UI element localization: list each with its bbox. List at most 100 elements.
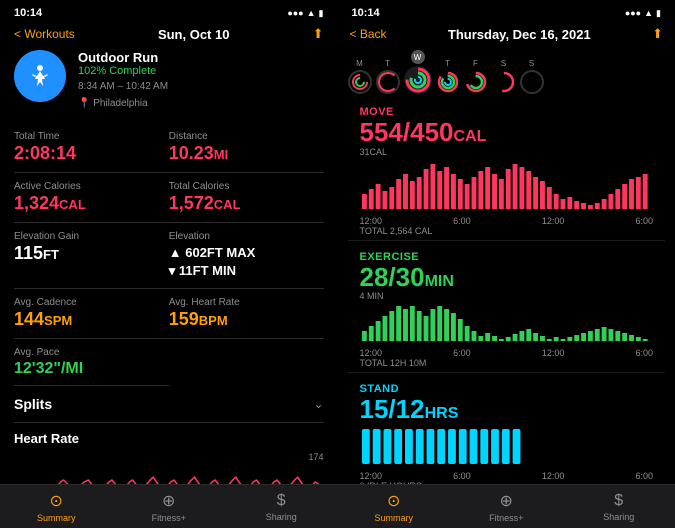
heart-rate-section: Heart Rate 174 126 8:34 AM 9:	[14, 423, 324, 484]
workout-location: 📍 Philadelphia	[78, 96, 324, 111]
share-button-left[interactable]: ⬆	[313, 26, 324, 42]
tab-fitness-label-right: Fitness+	[489, 513, 523, 523]
workout-details: Outdoor Run 102% Complete 8:34 AM – 10:4…	[78, 50, 324, 111]
nav-bar-left: < Workouts Sun, Oct 10 ⬆	[0, 22, 338, 46]
workout-time: 8:34 AM – 10:42 AM	[78, 79, 324, 94]
heart-rate-chart-container: 174 126	[14, 452, 324, 484]
fitness-icon-right: ⊕	[500, 491, 513, 511]
tab-sharing-right[interactable]: $ Sharing	[563, 485, 675, 528]
fitness-icon-left: ⊕	[162, 491, 175, 511]
summary-icon-left: ⊙	[50, 491, 63, 511]
wifi-icon: ▲	[307, 8, 316, 18]
tab-sharing-left[interactable]: $ Sharing	[225, 485, 338, 528]
left-phone: 10:14 ●●● ▲ ▮ < Workouts Sun, Oct 10 ⬆	[0, 0, 338, 528]
back-button-left[interactable]: < Workouts	[14, 27, 75, 41]
nav-date-right: Thursday, Dec 16, 2021	[448, 27, 591, 42]
stat-distance: Distance 10.23MI	[169, 123, 324, 173]
tab-summary-left[interactable]: ⊙ Summary	[0, 485, 113, 528]
stat-cadence: Avg. Cadence 144SPM	[14, 289, 169, 339]
stat-active-cal: Active Calories 1,324CAL	[14, 173, 169, 223]
stand-value: 15/12HRS	[360, 395, 654, 424]
exercise-section: EXERCISE 28/30MIN 4 MIN	[348, 245, 666, 374]
stat-total-time: Total Time 2:08:14	[14, 123, 169, 173]
splits-label: Splits	[14, 396, 52, 412]
signal-icon-right: ●●●	[625, 8, 641, 18]
status-bar-right: 10:14 ●●● ▲ ▮	[338, 0, 675, 22]
stats-grid: Total Time 2:08:14 Distance 10.23MI Acti…	[14, 123, 324, 386]
ring-T2	[436, 70, 460, 94]
workout-header: Outdoor Run 102% Complete 8:34 AM – 10:4…	[14, 50, 324, 111]
stat-elev-gain: Elevation Gain 115FT	[14, 223, 169, 289]
stat-total-cal: Total Calories 1,572CAL	[169, 173, 324, 223]
stat-pace: Avg. Pace 12'32"/MI	[14, 339, 169, 387]
exercise-chart-container: 4 MIN	[360, 291, 654, 346]
move-chart-svg	[360, 159, 654, 209]
right-content: MOVE 554/450CAL 31CAL	[338, 100, 675, 484]
ring-M	[348, 70, 372, 94]
exercise-label: EXERCISE	[360, 251, 654, 263]
stand-chart-svg	[360, 424, 654, 464]
ring-F	[464, 70, 488, 94]
day-S2: S	[520, 59, 544, 94]
ring-S2	[520, 70, 544, 94]
status-icons-left: ●●● ▲ ▮	[287, 8, 323, 19]
move-value: 554/450CAL	[360, 118, 654, 147]
ring-W	[404, 66, 432, 94]
day-T1: T	[376, 59, 400, 94]
tab-summary-label-left: Summary	[37, 513, 76, 523]
ring-T1	[376, 70, 400, 94]
ring-S1	[492, 70, 516, 94]
workout-icon	[14, 50, 66, 102]
tab-summary-right[interactable]: ⊙ Summary	[338, 485, 451, 528]
move-section: MOVE 554/450CAL 31CAL	[348, 100, 666, 241]
back-button-right[interactable]: < Back	[350, 27, 387, 41]
exercise-total: TOTAL 12H 10M	[360, 358, 654, 368]
battery-icon-right: ▮	[656, 8, 661, 19]
activity-rings-row: M T W	[338, 46, 675, 100]
status-time-left: 10:14	[14, 7, 42, 19]
left-content: Outdoor Run 102% Complete 8:34 AM – 10:4…	[0, 46, 338, 484]
day-F: F	[464, 59, 488, 94]
day-T2: T	[436, 59, 460, 94]
stand-footer: 12:00 6:00 12:00 6:00	[360, 471, 654, 481]
tab-fitness-left[interactable]: ⊕ Fitness+	[113, 485, 226, 528]
sharing-icon-right: $	[614, 492, 623, 510]
wifi-icon-right: ▲	[644, 8, 653, 18]
battery-icon: ▮	[319, 8, 324, 19]
tab-summary-label-right: Summary	[374, 513, 413, 523]
status-icons-right: ●●● ▲ ▮	[625, 8, 661, 19]
bottom-tabs-right: ⊙ Summary ⊕ Fitness+ $ Sharing	[338, 484, 675, 528]
days-rings: M T W	[348, 50, 544, 94]
tab-sharing-label-left: Sharing	[266, 512, 297, 522]
move-total: TOTAL 2,564 CAL	[360, 226, 654, 236]
tab-sharing-label-right: Sharing	[603, 512, 634, 522]
move-chart-container: 31CAL	[360, 147, 654, 214]
day-S1: S	[492, 59, 516, 94]
workout-type: Outdoor Run	[78, 50, 324, 65]
day-M: M	[348, 59, 372, 94]
signal-icon: ●●●	[287, 8, 303, 18]
right-phone: 10:14 ●●● ▲ ▮ < Back Thursday, Dec 16, 2…	[338, 0, 675, 528]
heart-rate-title: Heart Rate	[14, 431, 324, 446]
status-bar-left: 10:14 ●●● ▲ ▮	[0, 0, 338, 22]
exercise-chart-svg	[360, 301, 654, 341]
share-button-right[interactable]: ⬆	[652, 26, 663, 42]
splits-row[interactable]: Splits ⌄	[14, 386, 324, 423]
bottom-tabs-left: ⊙ Summary ⊕ Fitness+ $ Sharing	[0, 484, 338, 528]
status-time-right: 10:14	[352, 7, 380, 19]
stat-heart-rate: Avg. Heart Rate 159BPM	[169, 289, 324, 339]
workout-complete: 102% Complete	[78, 65, 324, 77]
exercise-value: 28/30MIN	[360, 263, 654, 292]
heart-rate-svg	[14, 452, 324, 484]
stand-chart-container	[360, 424, 654, 469]
day-W: W	[404, 50, 432, 94]
chevron-down-icon: ⌄	[313, 397, 323, 411]
tab-fitness-label-left: Fitness+	[152, 513, 186, 523]
sharing-icon-left: $	[277, 492, 286, 510]
stand-section: STAND 15/12HRS	[348, 377, 666, 484]
tab-fitness-right[interactable]: ⊕ Fitness+	[450, 485, 563, 528]
nav-date-left: Sun, Oct 10	[158, 27, 230, 42]
exercise-footer: 12:00 6:00 12:00 6:00	[360, 348, 654, 358]
nav-bar-right: < Back Thursday, Dec 16, 2021 ⬆	[338, 22, 675, 46]
summary-icon-right: ⊙	[387, 491, 400, 511]
